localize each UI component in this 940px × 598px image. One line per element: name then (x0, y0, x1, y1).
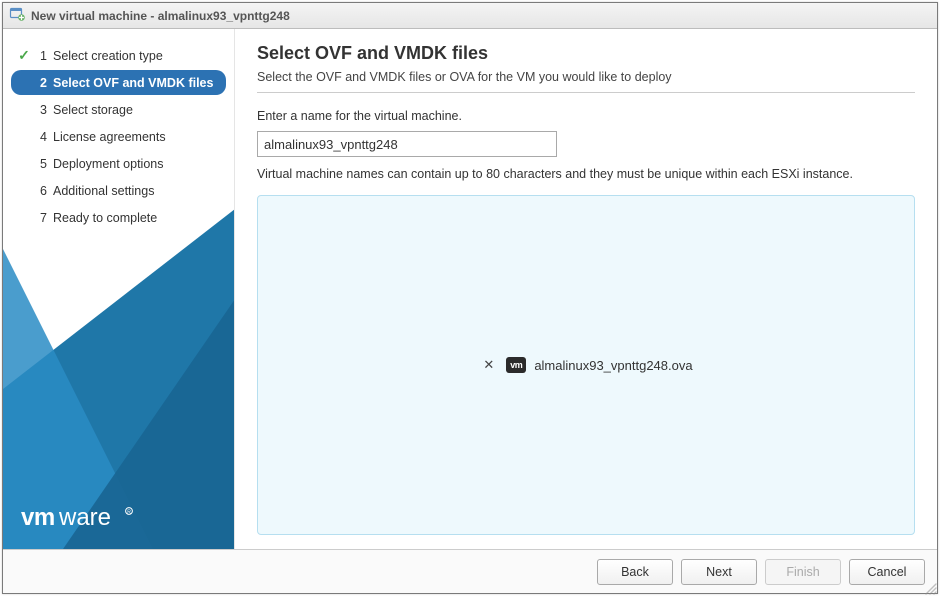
svg-text:R: R (127, 510, 131, 516)
step-select-ovf-vmdk[interactable]: ✓ 2 Select OVF and VMDK files (11, 70, 226, 95)
finish-button: Finish (765, 559, 841, 585)
check-icon: ✓ (17, 47, 31, 64)
step-label: License agreements (53, 130, 166, 144)
step-number: 7 (37, 211, 47, 225)
window-title: New virtual machine - almalinux93_vpnttg… (31, 9, 290, 23)
sidebar-background-graphic (3, 189, 235, 549)
uploaded-file: ✕ vm almalinux93_vpnttg248.ova (479, 355, 692, 375)
dialog-body: ✓ 1 Select creation type ✓ 2 Select OVF … (3, 29, 937, 549)
wizard-steps: ✓ 1 Select creation type ✓ 2 Select OVF … (3, 29, 234, 230)
vm-name-input[interactable] (257, 131, 557, 157)
step-label: Deployment options (53, 157, 163, 171)
step-select-storage[interactable]: ✓ 3 Select storage (11, 97, 226, 122)
step-label: Select storage (53, 103, 133, 117)
step-select-creation-type[interactable]: ✓ 1 Select creation type (11, 43, 226, 68)
wizard-footer: Back Next Finish Cancel (3, 549, 937, 593)
back-button[interactable]: Back (597, 559, 673, 585)
step-deployment-options[interactable]: ✓ 5 Deployment options (11, 151, 226, 176)
name-hint: Virtual machine names can contain up to … (257, 167, 915, 181)
resize-grip-icon[interactable] (925, 583, 937, 595)
name-prompt: Enter a name for the virtual machine. (257, 109, 915, 123)
step-license-agreements[interactable]: ✓ 4 License agreements (11, 124, 226, 149)
page-subtitle: Select the OVF and VMDK files or OVA for… (257, 70, 915, 93)
step-additional-settings[interactable]: ✓ 6 Additional settings (11, 178, 226, 203)
main-panel: Select OVF and VMDK files Select the OVF… (235, 29, 937, 549)
file-name: almalinux93_vpnttg248.ova (534, 358, 692, 373)
titlebar: New virtual machine - almalinux93_vpnttg… (3, 3, 937, 29)
step-label: Additional settings (53, 184, 154, 198)
step-number: 6 (37, 184, 47, 198)
svg-text:ware: ware (58, 504, 111, 531)
step-number: 4 (37, 130, 47, 144)
cancel-button[interactable]: Cancel (849, 559, 925, 585)
step-number: 5 (37, 157, 47, 171)
step-label: Select creation type (53, 49, 163, 63)
step-number: 1 (37, 49, 47, 63)
step-ready-to-complete[interactable]: ✓ 7 Ready to complete (11, 205, 226, 230)
step-label: Select OVF and VMDK files (53, 76, 213, 90)
step-number: 3 (37, 103, 47, 117)
file-dropzone[interactable]: ✕ vm almalinux93_vpnttg248.ova (257, 195, 915, 535)
vm-add-icon (9, 6, 25, 25)
step-label: Ready to complete (53, 211, 157, 225)
vm-file-icon: vm (506, 357, 526, 373)
remove-file-icon[interactable]: ✕ (479, 355, 498, 375)
next-button[interactable]: Next (681, 559, 757, 585)
vmware-logo: vm ware R (21, 503, 191, 533)
wizard-sidebar: ✓ 1 Select creation type ✓ 2 Select OVF … (3, 29, 235, 549)
step-number: 2 (37, 76, 47, 90)
wizard-dialog: New virtual machine - almalinux93_vpnttg… (2, 2, 938, 594)
svg-text:vm: vm (21, 504, 55, 531)
page-heading: Select OVF and VMDK files (257, 43, 915, 64)
